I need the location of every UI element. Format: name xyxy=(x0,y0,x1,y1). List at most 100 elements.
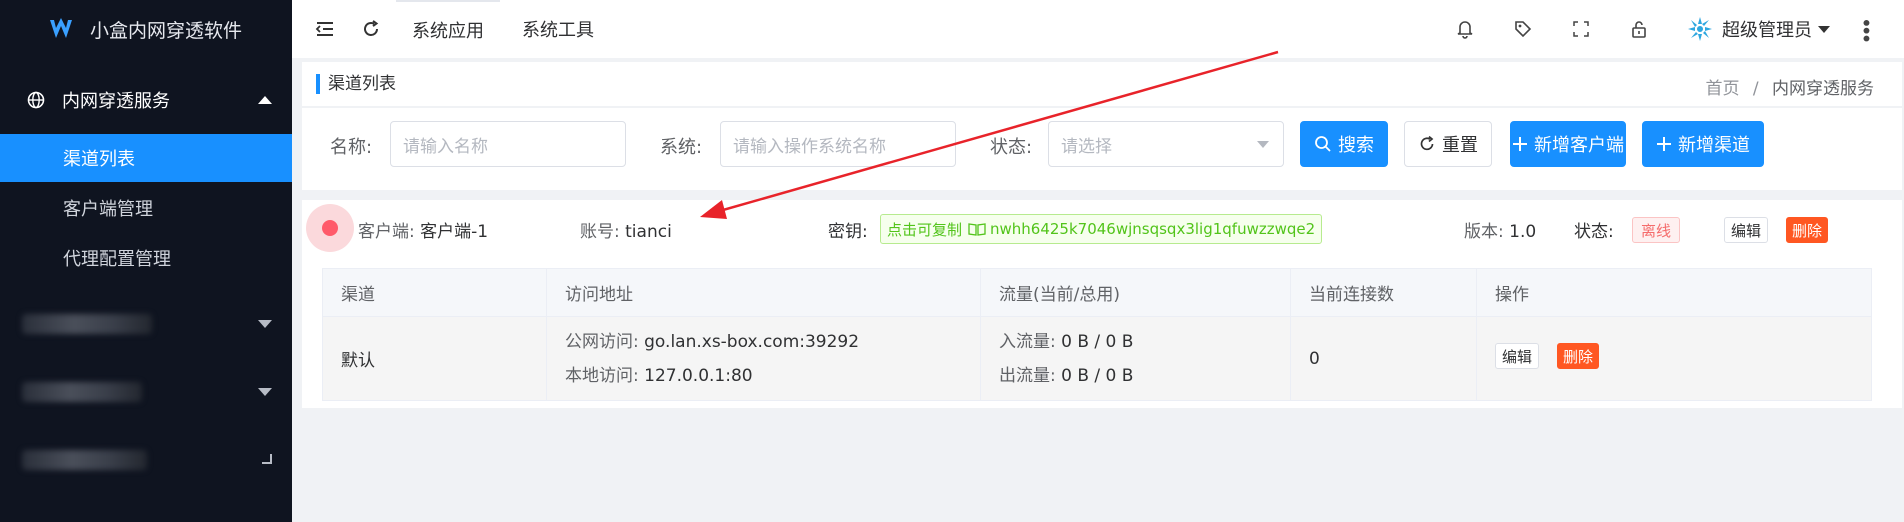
name-input-placeholder: 请输入名称 xyxy=(403,136,488,157)
refresh-icon[interactable] xyxy=(360,18,382,40)
content-empty-area xyxy=(302,408,1902,522)
add-client-button-label: 新增客户端 xyxy=(1534,135,1624,156)
reset-button-label: 重置 xyxy=(1442,135,1478,156)
sidebar-group-label: 内网穿透服务 xyxy=(62,91,170,112)
delete-channel-button[interactable]: 删除 xyxy=(1557,343,1599,369)
secret-key-value: nwhh6425k7046wjnsqsqx3lig1qfuwzzwqe2 xyxy=(990,220,1316,238)
app-logo-icon xyxy=(50,18,72,38)
name-input[interactable]: 请输入名称 xyxy=(390,121,626,167)
account-value: tianci xyxy=(625,222,672,242)
connection-count-cell: 0 xyxy=(1290,316,1477,401)
sidebar-item-label: 渠道列表 xyxy=(63,149,135,170)
blurred-label xyxy=(22,314,152,334)
edit-channel-button[interactable]: 编辑 xyxy=(1495,343,1539,369)
sidebar-item-label: 客户端管理 xyxy=(63,199,153,220)
inbound-value: 0 B / 0 B xyxy=(1061,331,1134,352)
chevron-corner-icon xyxy=(262,454,272,464)
more-vertical-icon[interactable]: ••• xyxy=(1854,17,1878,40)
plus-icon xyxy=(1656,136,1672,152)
breadcrumb: 首页 / 内网穿透服务 xyxy=(1705,74,1874,99)
inbound-label: 入流量: xyxy=(999,331,1056,352)
public-address-value[interactable]: go.lan.xs-box.com:39292 xyxy=(644,332,859,352)
system-input[interactable]: 请输入操作系统名称 xyxy=(720,121,956,167)
address-cell: 公网访问: go.lan.xs-box.com:39292 本地访问: 127.… xyxy=(546,316,981,401)
traffic-cell: 入流量: 0 B / 0 B 出流量: 0 B / 0 B xyxy=(980,316,1291,401)
blurred-label xyxy=(22,382,142,402)
sidebar-item-blurred-2[interactable] xyxy=(0,358,292,426)
sidebar-item-proxy-config[interactable]: 代理配置管理 xyxy=(0,234,292,282)
table-header-row: 渠道 访问地址 流量(当前/总用) 当前连接数 操作 xyxy=(322,268,1872,317)
version-label: 版本: 1.0 xyxy=(1464,217,1536,242)
key-label: 密钥: xyxy=(828,222,868,242)
chevron-down-icon xyxy=(258,388,272,396)
tag-icon[interactable] xyxy=(1512,18,1534,40)
sidebar: 小盒内网穿透软件 内网穿透服务 渠道列表 客户端管理 代理配置管理 xyxy=(0,0,292,522)
key-copy-hint: 点击可复制 xyxy=(887,220,963,239)
chevron-down-icon xyxy=(258,320,272,328)
client-label: 客户端: 客户端-1 xyxy=(358,217,488,242)
caret-down-icon[interactable] xyxy=(1818,25,1830,33)
column-header: 当前连接数 xyxy=(1290,268,1477,317)
refresh-icon xyxy=(1418,135,1436,153)
outbound-traffic-line: 出流量: 0 B / 0 B xyxy=(999,359,1290,393)
public-address-line: 公网访问: go.lan.xs-box.com:39292 xyxy=(565,325,980,359)
sidebar-group-intranet-service[interactable]: 内网穿透服务 xyxy=(0,66,292,134)
column-header: 操作 xyxy=(1476,268,1872,317)
column-header: 访问地址 xyxy=(546,268,981,317)
secret-key-copy-tag[interactable]: 点击可复制 nwhh6425k7046wjnsqsqx3lig1qfuwzzwq… xyxy=(880,214,1323,244)
column-header: 流量(当前/总用) xyxy=(980,268,1291,317)
lock-icon[interactable] xyxy=(1628,18,1650,40)
client-status-label: 状态: xyxy=(1574,222,1614,242)
page-title: 渠道列表 xyxy=(316,74,396,94)
header-link-system-apps[interactable]: 系统应用 xyxy=(396,0,500,58)
globe-icon xyxy=(27,91,45,109)
status-label: 状态: xyxy=(990,137,1033,158)
breadcrumb-bar: 渠道列表 首页 / 内网穿透服务 xyxy=(302,62,1902,106)
client-header-row: 客户端: 客户端-1 账号: tianci 密钥: 点击可复制 nwhh6425… xyxy=(302,200,1902,256)
public-address-label: 公网访问: xyxy=(565,331,639,352)
blurred-label xyxy=(22,450,147,470)
book-icon xyxy=(968,222,986,236)
header-link-system-tools[interactable]: 系统工具 xyxy=(522,16,594,42)
search-button[interactable]: 搜索 xyxy=(1300,121,1388,167)
outbound-value: 0 B / 0 B xyxy=(1061,365,1134,386)
actions-cell: 编辑 删除 xyxy=(1476,316,1872,401)
breadcrumb-current: 内网穿透服务 xyxy=(1772,79,1874,99)
channel-table: 渠道 访问地址 流量(当前/总用) 当前连接数 操作 默认 公网访问: go.l… xyxy=(322,268,1872,401)
client-name: 客户端-1 xyxy=(420,222,489,242)
delete-client-button[interactable]: 删除 xyxy=(1786,217,1828,243)
account-label: 账号: tianci xyxy=(580,217,672,242)
filter-bar: 名称: 请输入名称 系统: 请输入操作系统名称 状态: 请选择 搜索 重置 新增… xyxy=(302,108,1902,190)
bell-icon[interactable] xyxy=(1454,18,1476,40)
breadcrumb-separator: / xyxy=(1752,79,1759,99)
chevron-up-icon xyxy=(258,96,272,104)
add-client-button[interactable]: 新增客户端 xyxy=(1510,121,1626,167)
local-address-value: 127.0.0.1:80 xyxy=(644,365,753,386)
client-label-text: 客户端: xyxy=(358,222,415,242)
top-header: 系统应用 系统工具 超级管理员 ••• xyxy=(292,0,1904,58)
table-row: 默认 公网访问: go.lan.xs-box.com:39292 本地访问: 1… xyxy=(322,316,1872,401)
channel-name-cell: 默认 xyxy=(322,316,547,401)
user-name[interactable]: 超级管理员 xyxy=(1722,16,1812,42)
add-channel-button[interactable]: 新增渠道 xyxy=(1642,121,1764,167)
app-logo[interactable]: 小盒内网穿透软件 xyxy=(0,0,292,58)
menu-collapse-icon[interactable] xyxy=(314,18,336,40)
breadcrumb-home[interactable]: 首页 xyxy=(1705,79,1739,99)
outbound-label: 出流量: xyxy=(999,365,1056,386)
status-select[interactable]: 请选择 xyxy=(1048,121,1284,167)
plus-icon xyxy=(1512,136,1528,152)
sidebar-item-client-management[interactable]: 客户端管理 xyxy=(0,184,292,232)
edit-client-button[interactable]: 编辑 xyxy=(1724,217,1768,243)
version-label-text: 版本: xyxy=(1464,222,1504,242)
add-channel-button-label: 新增渠道 xyxy=(1678,135,1750,156)
local-address-line: 本地访问: 127.0.0.1:80 xyxy=(565,359,980,393)
sidebar-item-blurred-1[interactable] xyxy=(0,290,292,358)
sidebar-item-channel-list[interactable]: 渠道列表 xyxy=(0,134,292,182)
row-actions: 编辑 删除 xyxy=(1495,341,1615,371)
system-input-placeholder: 请输入操作系统名称 xyxy=(733,136,886,157)
sidebar-item-blurred-3[interactable] xyxy=(0,426,292,494)
avatar[interactable] xyxy=(1686,15,1714,43)
reset-button[interactable]: 重置 xyxy=(1404,121,1492,167)
fullscreen-icon[interactable] xyxy=(1570,18,1592,40)
name-label: 名称: xyxy=(330,137,373,158)
